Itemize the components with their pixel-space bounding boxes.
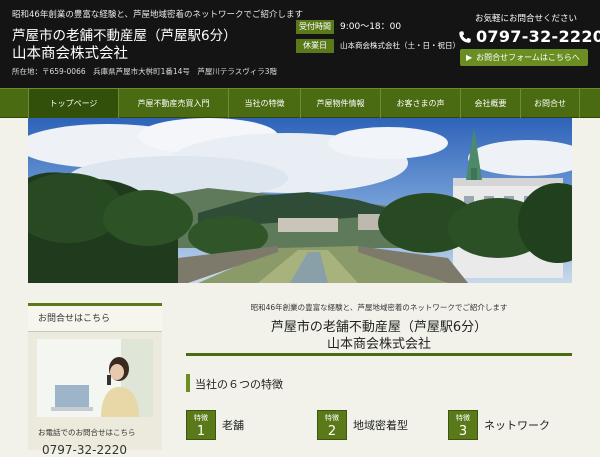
nav-item-company[interactable]: 会社概要 [460,89,520,118]
header-phone[interactable]: 0797-32-2220 [458,27,600,46]
closed-days-label: 休業日 [296,39,334,53]
main-heading-line2: 山本商会株式会社 [326,337,431,352]
nav-item-features[interactable]: 当社の特徴 [228,89,300,118]
heading-divider [186,353,572,356]
contact-lead: お気軽にお問合せください [475,14,578,24]
hero-landscape [28,118,572,283]
feature-badge-label: 特徴 [194,414,208,422]
contact-form-button[interactable]: ▶ お問合せフォームはこちらへ [460,49,588,66]
operator-photo [37,339,153,417]
contact-sidebar: お問合せはこちら お電話でのお問合せはこちら 0797-32-2220 [28,303,162,457]
main-tagline: 昭和46年創業の豊富な経験と、芦屋地域密着のネットワークでご紹介します [250,303,508,312]
feature-badge-label: 特徴 [325,414,339,422]
feature-label: 地域密着型 [353,419,408,432]
hours-label: 受付時間 [296,20,334,34]
global-nav: トップページ 芦屋不動産売買入門 当社の特徴 芦屋物件情報 お客さまの声 会社概… [0,88,600,118]
feature-badge-number: 2 [327,424,337,439]
sidebar-title: お問合せはこちら [28,306,162,332]
feature-badge-label: 特徴 [456,414,470,422]
site-title-line1[interactable]: 芦屋市の老舗不動産屋（芦屋駅6分） [12,24,237,44]
feature-badge-number: 1 [196,424,206,439]
chevron-right-icon: ▶ [466,53,473,62]
hours-value: 9:00～18：00 [340,22,402,32]
phone-icon [459,30,471,43]
company-address: 所在地：〒659-0066 兵庫県芦屋市大桝町1番14号 芦屋川テラスヴィラ3階 [12,67,278,76]
header-tagline: 昭和46年創業の豊富な経験と、芦屋地域密着のネットワークでご紹介します [12,10,303,20]
nav-item-voices[interactable]: お客さまの声 [380,89,460,118]
feature-label: 老舗 [222,419,244,432]
sidebar-phone-note: お電話でのお問合せはこちら [38,428,136,437]
hero-image [28,118,572,283]
header-phone-number[interactable]: 0797-32-2220 [476,27,600,46]
feature-badge: 特徴 1 [186,410,216,440]
feature-item-1[interactable]: 特徴 1 老舗 [186,410,244,440]
features-section-title: 当社の６つの特徴 [195,378,283,391]
nav-item-guide[interactable]: 芦屋不動産売買入門 [118,89,228,118]
feature-item-2[interactable]: 特徴 2 地域密着型 [317,410,408,440]
nav-item-top[interactable]: トップページ [28,89,118,118]
section-marker [186,374,190,392]
site-title-line2[interactable]: 山本商会株式会社 [12,42,128,63]
site-header: 昭和46年創業の豊富な経験と、芦屋地域密着のネットワークでご紹介します 芦屋市の… [0,0,600,88]
feature-badge-number: 3 [458,424,468,439]
contact-form-button-label: お問合せフォームはこちらへ [476,53,580,62]
feature-label: ネットワーク [484,419,550,432]
sidebar-phone-number[interactable]: 0797-32-2220 [42,443,127,457]
nav-item-properties[interactable]: 芦屋物件情報 [300,89,380,118]
closed-days-value: 山本商会株式会社（土・日・祝日） [340,41,460,50]
feature-item-3[interactable]: 特徴 3 ネットワーク [448,410,550,440]
nav-item-contact[interactable]: お問合せ [520,89,580,118]
feature-badge: 特徴 2 [317,410,347,440]
feature-badge: 特徴 3 [448,410,478,440]
